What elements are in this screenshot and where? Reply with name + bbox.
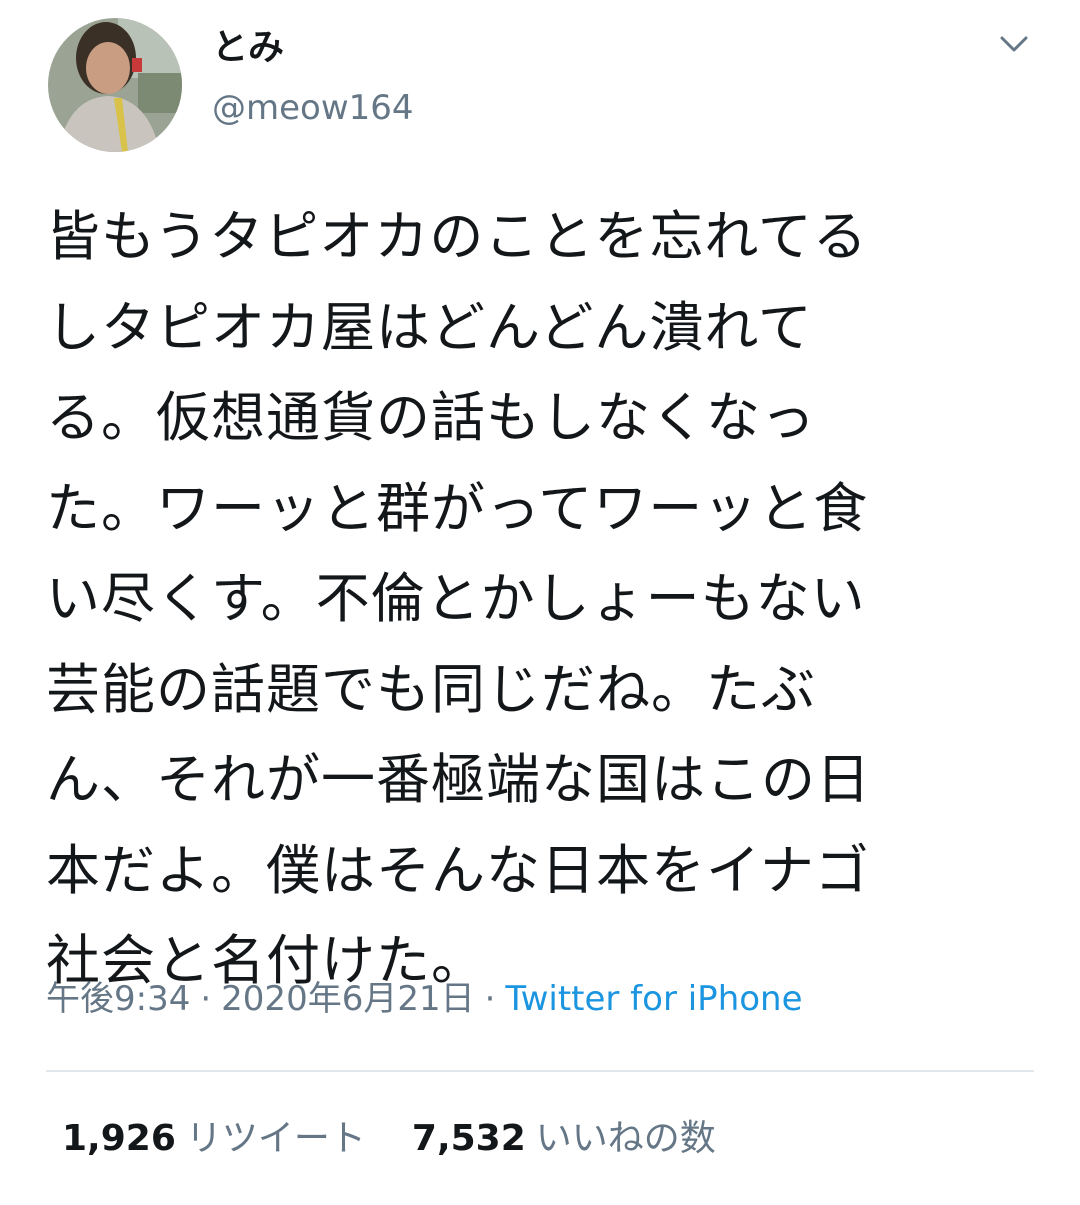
tweet-text: 皆もうタピオカのことを忘れてる しタピオカ屋はどんどん潰れて る。仮想通貨の話も… [46,192,1006,1007]
tweet-meta: 午後9:34 · 2020年6月21日 · Twitter for iPhone [46,974,803,1024]
display-name[interactable]: とみ [212,26,284,70]
tweet-stats: 1,926 リツイート 7,532 いいねの数 [62,1114,762,1164]
chevron-down-icon [1000,36,1028,52]
tweet-time[interactable]: 午後9:34 [46,979,190,1019]
tweet-text-line: 芸能の話題でも同じだね。たぶ [46,657,816,721]
retweets-count: 1,926 [62,1118,176,1159]
tweet-text-line: しタピオカ屋はどんどん潰れて [46,295,813,359]
avatar-photo [48,18,182,152]
retweets-stat[interactable]: 1,926 リツイート [62,1114,366,1164]
tweet-text-line: た。ワーッと群がってワーッと食 [46,476,869,540]
likes-count: 7,532 [411,1118,526,1159]
likes-label: いいねの数 [535,1118,716,1159]
tweet-text-line: ん、それが一番極端な国はこの日 [46,748,871,811]
retweets-label: リツイート [185,1118,366,1159]
meta-separator: · [200,979,212,1019]
tweet-text-line: い尽くす。不倫とかしょーもない [46,567,866,630]
tweet-text-line: 本だよ。僕はそんな日本をイナゴ [46,838,870,902]
tweet-card: とみ @meow164 皆もうタピオカのことを忘れてる しタピオカ屋はどんどん潰… [0,0,1080,1205]
meta-separator: · [484,979,496,1019]
tweet-text-line: 皆もうタピオカのことを忘れてる [46,205,868,268]
divider [46,1070,1034,1072]
tweet-text-line: る。仮想通貨の話もしなくなっ [46,386,816,449]
tweet-source-link[interactable]: Twitter for iPhone [505,979,802,1019]
likes-stat[interactable]: 7,532 いいねの数 [412,1114,716,1164]
user-handle[interactable]: @meow164 [212,86,414,130]
tweet-date[interactable]: 2020年6月21日 [221,979,474,1019]
tweet-menu-button[interactable] [992,28,1036,64]
avatar[interactable] [48,18,182,152]
